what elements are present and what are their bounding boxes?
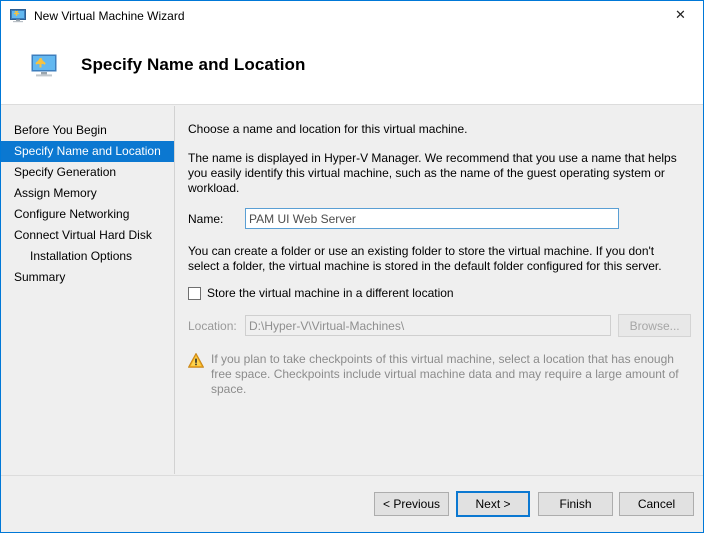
sidebar-item-assign-memory[interactable]: Assign Memory bbox=[1, 183, 174, 204]
browse-button[interactable]: Browse... bbox=[618, 314, 691, 337]
virtual-machine-icon bbox=[10, 8, 26, 24]
store-location-checkbox[interactable] bbox=[188, 286, 201, 300]
wizard-header: Specify Name and Location bbox=[1, 31, 703, 105]
sidebar-item-configure-networking[interactable]: Configure Networking bbox=[1, 204, 174, 225]
description-text: The name is displayed in Hyper-V Manager… bbox=[188, 151, 677, 195]
sidebar-item-specify-name-and-location[interactable]: Specify Name and Location bbox=[1, 141, 174, 162]
warning-text: If you plan to take checkpoints of this … bbox=[211, 352, 679, 396]
sidebar-item-installation-options[interactable]: Installation Options bbox=[1, 246, 174, 267]
name-label: Name: bbox=[188, 211, 224, 226]
intro-text: Choose a name and location for this virt… bbox=[188, 122, 468, 136]
location-label: Location: bbox=[188, 318, 237, 333]
close-icon: ✕ bbox=[675, 8, 686, 23]
window-title: New Virtual Machine Wizard bbox=[34, 9, 185, 23]
next-button[interactable]: Next > bbox=[456, 491, 530, 517]
warning-triangle-icon bbox=[188, 353, 204, 368]
cancel-button[interactable]: Cancel bbox=[619, 492, 694, 516]
store-location-checkbox-row[interactable]: Store the virtual machine in a different… bbox=[188, 286, 691, 300]
finish-button[interactable]: Finish bbox=[538, 492, 613, 516]
title-bar: New Virtual Machine Wizard ✕ bbox=[1, 1, 703, 31]
location-field-row: Location: Browse... bbox=[188, 314, 691, 337]
location-input[interactable] bbox=[245, 315, 612, 336]
wizard-steps-sidebar: Before You Begin Specify Name and Locati… bbox=[1, 106, 175, 474]
store-location-label: Store the virtual machine in a different… bbox=[207, 286, 454, 300]
virtual-machine-icon bbox=[31, 54, 57, 78]
sidebar-item-connect-virtual-hard-disk[interactable]: Connect Virtual Hard Disk bbox=[1, 225, 174, 246]
folder-description-text: You can create a folder or use an existi… bbox=[188, 244, 662, 273]
wizard-footer: < Previous Next > Finish Cancel bbox=[1, 475, 703, 532]
page-title: Specify Name and Location bbox=[81, 55, 306, 74]
previous-button[interactable]: < Previous bbox=[374, 492, 449, 516]
name-field-row: Name: bbox=[188, 208, 691, 229]
close-button[interactable]: ✕ bbox=[658, 1, 703, 30]
sidebar-item-summary[interactable]: Summary bbox=[1, 267, 174, 288]
checkpoint-warning: If you plan to take checkpoints of this … bbox=[188, 352, 691, 397]
name-input[interactable] bbox=[245, 208, 619, 229]
sidebar-item-before-you-begin[interactable]: Before You Begin bbox=[1, 120, 174, 141]
new-virtual-machine-wizard-window: New Virtual Machine Wizard ✕ Specify Nam… bbox=[0, 0, 704, 533]
sidebar-item-specify-generation[interactable]: Specify Generation bbox=[1, 162, 174, 183]
wizard-content-panel: Choose a name and location for this virt… bbox=[176, 106, 703, 474]
